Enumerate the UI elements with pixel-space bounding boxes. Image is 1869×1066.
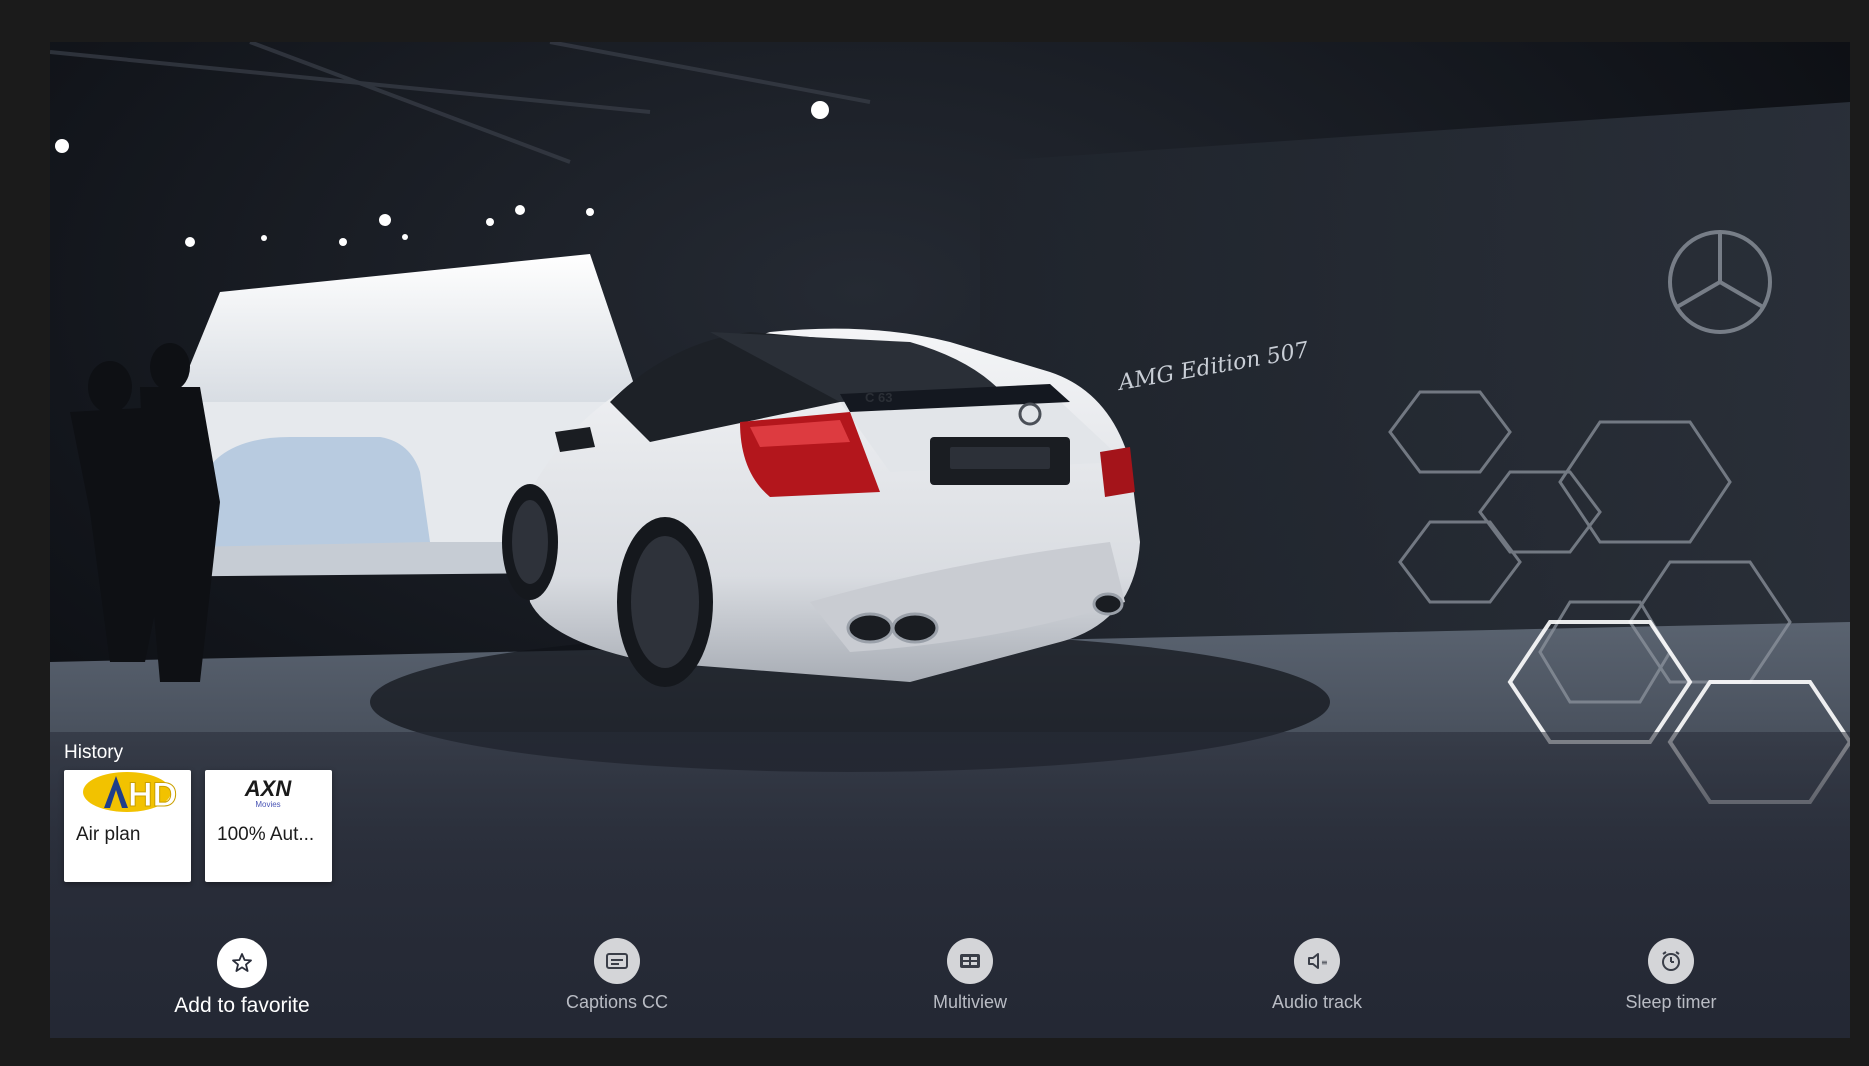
channel-logo-axn-movies: AXN Movies: [244, 776, 293, 809]
history-list: HD Air plan AXN Movies 100% Aut...: [64, 770, 332, 882]
sleep-timer-button[interactable]: Sleep timer: [1571, 938, 1771, 1013]
history-card-title: Air plan: [76, 824, 141, 845]
history-title: History: [64, 742, 124, 763]
captions-icon: [594, 938, 640, 984]
audio-track-label: Audio track: [1271, 992, 1363, 1012]
channel-logo-hd: HD: [83, 772, 178, 815]
svg-text:Movies: Movies: [255, 800, 280, 809]
quick-actions-bar: Add to favorite Captions CC Multiview ≡: [50, 938, 1850, 1028]
video-player[interactable]: AMG Edition 507 C 63 History HD Air plan…: [50, 42, 1850, 1038]
captions-label: Captions CC: [565, 992, 669, 1012]
history-card-air-plan[interactable]: HD Air plan: [64, 770, 191, 882]
multiview-label: Multiview: [932, 992, 1007, 1012]
svg-text:AXN: AXN: [244, 776, 293, 801]
audio-track-icon: ≡: [1294, 938, 1340, 984]
quick-menu-panel: History HD Air plan AXN Movies 100% Aut.…: [50, 732, 1850, 1038]
multiview-icon: [947, 938, 993, 984]
history-card-title: 100% Aut...: [217, 824, 315, 845]
multiview-button[interactable]: Multiview: [870, 938, 1070, 1013]
sleep-timer-label: Sleep timer: [1625, 992, 1717, 1012]
audio-track-button[interactable]: ≡ Audio track: [1217, 938, 1417, 1013]
svg-text:≡: ≡: [1321, 958, 1328, 967]
svg-text:HD: HD: [128, 776, 177, 814]
star-icon: [217, 938, 267, 988]
captions-button[interactable]: Captions CC: [517, 938, 717, 1013]
history-card-axn[interactable]: AXN Movies 100% Aut...: [205, 770, 332, 882]
car-badge: C 63: [865, 390, 892, 405]
alarm-clock-icon: [1648, 938, 1694, 984]
add-to-favorite-label: Add to favorite: [174, 994, 310, 1017]
add-to-favorite-button[interactable]: Add to favorite: [142, 938, 342, 1018]
